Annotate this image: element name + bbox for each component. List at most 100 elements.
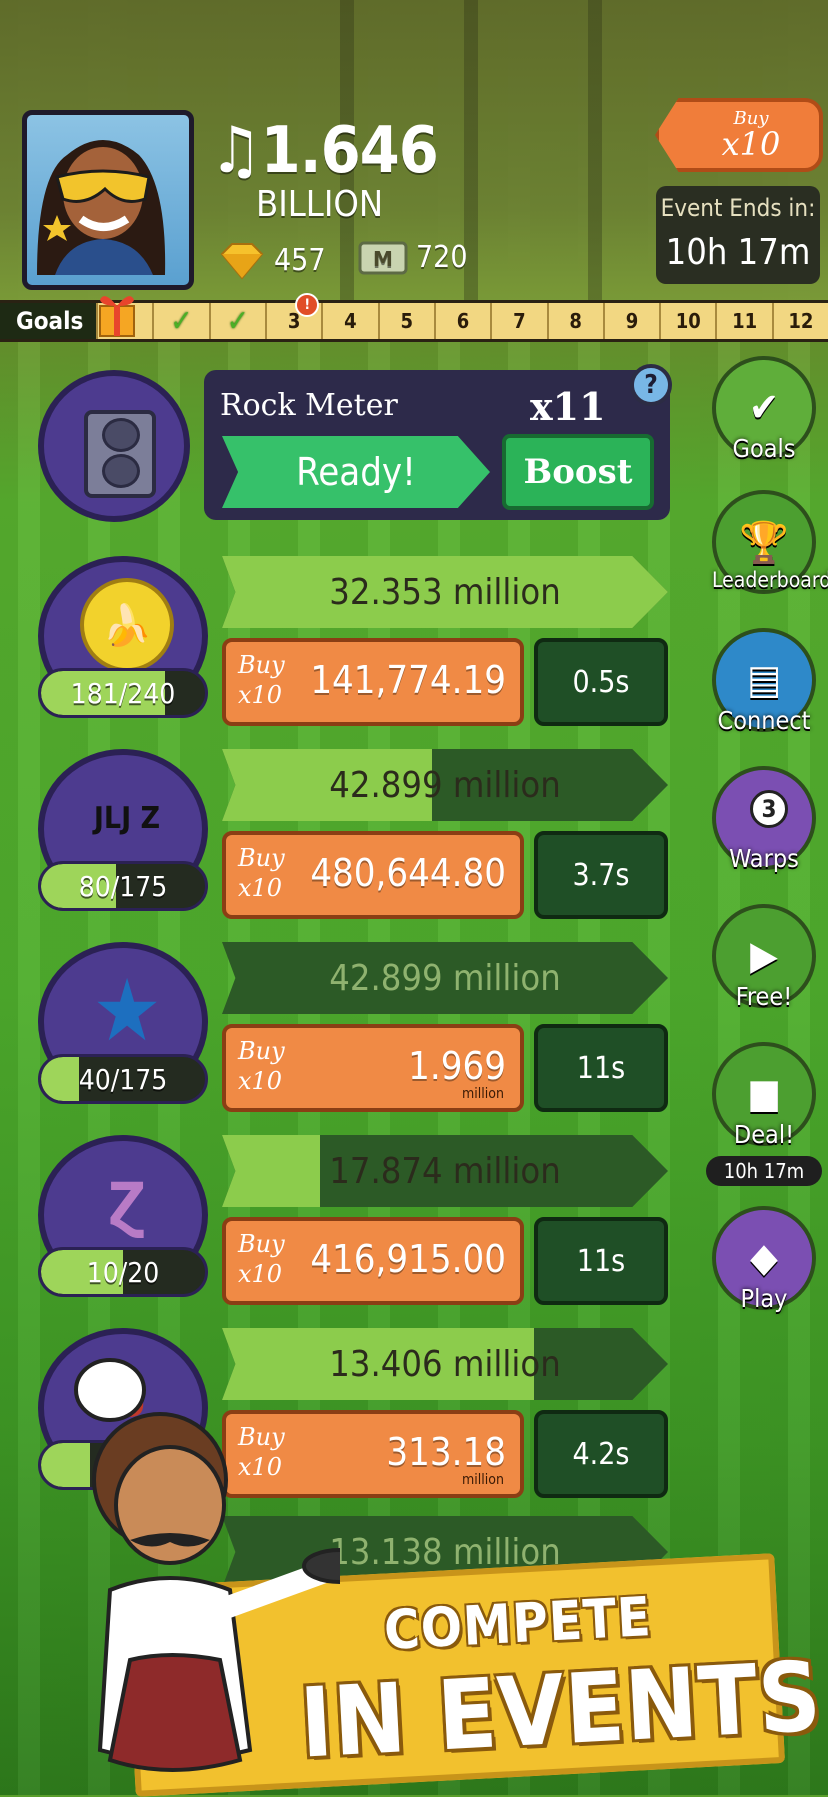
side-button-label: Free! xyxy=(735,982,793,1011)
cycle-time-button[interactable]: 11s xyxy=(534,1217,668,1305)
buy-multiplier: x10 xyxy=(238,681,283,709)
side-button-label: Goals xyxy=(732,434,796,463)
side-button-leaderboard[interactable]: 🏆 Leaderboard xyxy=(712,490,828,594)
side-button-label: Warps xyxy=(729,844,799,873)
buy-business-button[interactable]: Buy x10 416,915.00 xyxy=(222,1217,524,1305)
owned-count: 10/20 xyxy=(86,1255,160,1289)
side-glyph: 🏆 xyxy=(739,519,789,566)
side-button-label: Connect xyxy=(717,706,811,735)
goal-cell: 8 xyxy=(546,303,603,339)
goal-cell-done: ✓ xyxy=(152,303,208,339)
revenue-bar[interactable]: 42.899 million xyxy=(222,749,668,821)
owned-count: 181/240 xyxy=(70,676,176,710)
side-button-goals[interactable]: ✔ Goals xyxy=(712,356,816,463)
buy-price: 1.969 xyxy=(408,1044,506,1088)
symbol-icon: Ɀ xyxy=(108,1170,146,1238)
buy-button-multiplier: Buy x10 xyxy=(238,1229,285,1289)
side-glyph: ▶ xyxy=(750,933,778,979)
buy-price-unit: million xyxy=(462,1086,504,1102)
avatar-portrait-icon xyxy=(37,140,166,275)
side-button-label: Play xyxy=(740,1284,788,1313)
side-glyph: ◆ xyxy=(750,1235,778,1281)
jljz-logo-icon: JLJ Z xyxy=(93,800,161,836)
buy-price: 313.18 xyxy=(386,1430,506,1474)
cycle-time-button[interactable]: 0.5s xyxy=(534,638,668,726)
gift-icon xyxy=(99,296,135,337)
rock-meter-title: Rock Meter xyxy=(220,388,398,423)
rock-meter-speaker[interactable] xyxy=(38,370,190,522)
goal-cell: 10 xyxy=(659,303,715,339)
side-button-connect[interactable]: ▤ Connect xyxy=(712,628,816,735)
goal-cell: 3! xyxy=(264,293,321,339)
warp-count: 3 xyxy=(750,790,788,828)
business-owned-progress: 80/175 xyxy=(38,861,208,911)
side-button-play[interactable]: ◆ Play xyxy=(712,1206,816,1313)
buy-multiplier: x10 xyxy=(238,874,283,902)
buy-button-multiplier: Buy x10 xyxy=(238,843,285,903)
buy-price: 141,774.19 xyxy=(310,658,506,702)
owned-count: 80/175 xyxy=(78,869,168,903)
side-button-free[interactable]: ▶ Free! xyxy=(712,904,816,1011)
side-glyph: ■ xyxy=(746,1071,781,1117)
player-avatar[interactable] xyxy=(22,110,194,290)
music-note-icon: ♫ xyxy=(210,114,262,188)
business-owned-progress: 40/175 xyxy=(38,1054,208,1104)
help-icon[interactable]: ? xyxy=(630,364,672,406)
revenue-label: 42.899 million xyxy=(329,957,561,999)
revenue-label: 32.353 million xyxy=(329,571,561,613)
goal-cell-done: ✓ xyxy=(208,303,265,339)
buy-word: Buy xyxy=(238,844,285,872)
buy-business-button[interactable]: Buy x10 1.969 million xyxy=(222,1024,524,1112)
revenue-bar[interactable]: 17.874 million xyxy=(222,1135,668,1207)
megabucks-icon: M xyxy=(358,241,408,274)
buy-price: 416,915.00 xyxy=(310,1237,506,1281)
goal-cell: 12 xyxy=(771,303,828,339)
revenue-bar[interactable]: 42.899 million xyxy=(222,942,668,1014)
revenue-label: 42.899 million xyxy=(329,764,561,806)
cash-value: 1.646 xyxy=(260,114,439,188)
buy-multiplier: x10 xyxy=(238,1067,283,1095)
checkmark-icon: ✓ xyxy=(170,303,193,339)
speaker-icon xyxy=(84,410,156,498)
business-owned-progress: 10/20 xyxy=(38,1247,208,1297)
event-timer-box: Event Ends in: 10h 17m xyxy=(656,186,820,284)
goal-cell: 9 xyxy=(602,303,659,339)
star-icon: ★ xyxy=(92,961,162,1061)
buy-price-unit: million xyxy=(462,1472,504,1488)
goal-cell: 6 xyxy=(433,303,490,339)
side-button-label: Deal! xyxy=(733,1120,795,1149)
side-button-warps[interactable]: 3 Warps xyxy=(712,766,816,873)
chef-character-icon xyxy=(74,1358,340,1772)
alert-icon: ! xyxy=(295,293,320,317)
side-glyph: ▤ xyxy=(746,657,781,703)
cash-display: ♫1.646 xyxy=(210,114,439,188)
cycle-time-button[interactable]: 4.2s xyxy=(534,1410,668,1498)
buy-multiplier-tag[interactable]: Buy x10 xyxy=(655,98,823,172)
megabucks-counter[interactable]: M 720 xyxy=(358,240,468,275)
buy-button-multiplier: Buy x10 xyxy=(238,650,285,710)
megabucks-value: 720 xyxy=(416,240,468,275)
deal-timer: 10h 17m xyxy=(706,1156,822,1186)
event-ends-label: Event Ends in: xyxy=(660,194,816,222)
goal-cell: 7 xyxy=(490,303,546,339)
buy-tag-multiplier: x10 xyxy=(721,125,781,163)
revenue-bar[interactable]: 32.353 million xyxy=(222,556,668,628)
owned-count: 40/175 xyxy=(78,1062,168,1096)
cycle-time-button[interactable]: 11s xyxy=(534,1024,668,1112)
buy-business-button[interactable]: Buy x10 480,644.80 xyxy=(222,831,524,919)
rock-meter-multiplier: x11 xyxy=(530,384,606,429)
buy-multiplier: x10 xyxy=(238,1260,283,1288)
banana-coin-icon: 🍌 xyxy=(80,578,174,672)
buy-business-button[interactable]: Buy x10 141,774.19 xyxy=(222,638,524,726)
rock-meter-ready-button[interactable]: Ready! xyxy=(222,436,490,508)
side-button-deal[interactable]: ■ Deal! xyxy=(712,1042,816,1149)
cash-unit: BILLION xyxy=(256,184,384,225)
gems-counter[interactable]: 457 xyxy=(216,240,326,280)
boost-button[interactable]: Boost xyxy=(502,434,654,510)
side-button-label: Leaderboard xyxy=(712,568,828,592)
goal-cell: 5 xyxy=(377,303,434,339)
goal-cell: 11 xyxy=(715,303,771,339)
cycle-time-button[interactable]: 3.7s xyxy=(534,831,668,919)
gold-gem-icon xyxy=(220,243,264,280)
side-glyph: ✔ xyxy=(748,385,780,431)
